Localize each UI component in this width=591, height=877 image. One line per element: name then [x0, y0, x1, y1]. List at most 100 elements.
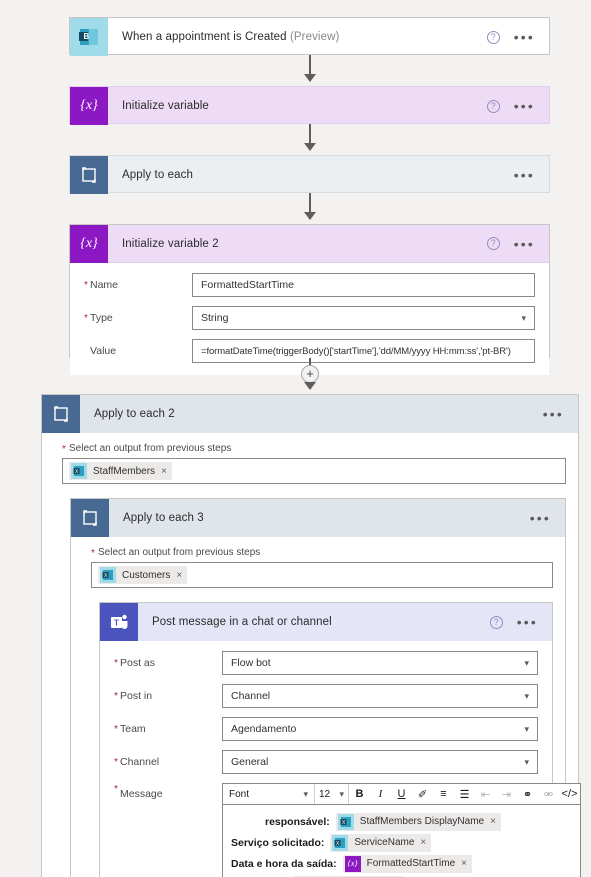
- highlight-button[interactable]: ✐: [412, 788, 433, 801]
- initialize-variable-2-card[interactable]: {x} Initialize variable 2 ? ••• Name For…: [69, 224, 550, 375]
- more-menu-icon[interactable]: •••: [514, 168, 535, 182]
- variable-icon: {x}: [70, 87, 108, 125]
- remove-token-icon[interactable]: ×: [176, 570, 182, 581]
- token-staffmembers-displayname[interactable]: X StaffMembers DisplayName ×: [335, 812, 501, 831]
- more-menu-icon[interactable]: •••: [517, 615, 538, 629]
- token-label: Customers: [122, 569, 171, 581]
- message-row: Message Font ▾ 12: [114, 783, 581, 877]
- post-in-value: Channel: [231, 690, 271, 702]
- apply-to-each-2-scope[interactable]: Apply to each 2 ••• Select an output fro…: [41, 394, 581, 877]
- unlink-button[interactable]: ⚮: [538, 788, 559, 801]
- help-icon[interactable]: ?: [486, 237, 500, 250]
- code-view-button[interactable]: </>: [559, 788, 580, 800]
- more-menu-icon[interactable]: •••: [543, 407, 564, 421]
- token-label: ServiceName: [354, 837, 415, 848]
- help-icon[interactable]: ?: [486, 99, 500, 113]
- apply-to-each-3-header[interactable]: Apply to each 3 •••: [71, 499, 565, 537]
- loop-glyph: [82, 167, 96, 183]
- variable-type-value: String: [201, 312, 229, 324]
- token-staffmembers[interactable]: X StaffMembers ×: [69, 462, 172, 480]
- initialize-variable-card[interactable]: {x} Initialize variable ? •••: [69, 86, 550, 125]
- initialize-variable-2-header[interactable]: {x} Initialize variable 2 ? •••: [70, 224, 549, 263]
- excel-icon: X: [337, 813, 354, 830]
- trigger-title: When a appointment is Created (Preview): [108, 31, 339, 43]
- remove-token-icon[interactable]: ×: [420, 837, 426, 848]
- numbered-list-button[interactable]: ≡: [433, 788, 454, 800]
- help-icon[interactable]: ?: [489, 615, 503, 629]
- underline-button[interactable]: U: [391, 788, 412, 800]
- post-in-select[interactable]: Channel ▾: [222, 684, 538, 708]
- token-formattedstarttime[interactable]: {x} FormattedStartTime ×: [342, 854, 473, 873]
- more-menu-icon[interactable]: •••: [514, 30, 535, 44]
- link-button[interactable]: ⚭: [517, 788, 538, 801]
- post-in-row: Post in Channel ▾: [114, 684, 538, 708]
- remove-token-icon[interactable]: ×: [490, 816, 496, 827]
- apply-to-each-2-output-input[interactable]: X StaffMembers ×: [62, 458, 566, 484]
- initialize-variable-actions: ? •••: [486, 99, 549, 113]
- apply-to-each-2-body: Select an output from previous steps X S…: [42, 433, 581, 877]
- initialize-variable-header[interactable]: {x} Initialize variable ? •••: [70, 87, 549, 125]
- help-icon[interactable]: ?: [486, 30, 500, 44]
- excel-icon: X: [100, 567, 116, 583]
- font-size-select[interactable]: 12 ▾: [315, 784, 349, 804]
- trigger-card[interactable]: B When a appointment is Created (Preview…: [69, 17, 550, 56]
- variable-type-label: Type: [84, 312, 192, 324]
- token-label: StaffMembers: [93, 465, 156, 477]
- apply-to-each-3-scope[interactable]: Apply to each 3 ••• Select an output fro…: [70, 498, 581, 877]
- bold-button[interactable]: B: [349, 788, 370, 800]
- decrease-indent-button[interactable]: ⇤: [475, 788, 496, 801]
- post-message-actions: ? •••: [489, 615, 552, 629]
- message-label: Message: [114, 783, 222, 800]
- trigger-preview-tag: (Preview): [289, 31, 340, 43]
- apply-to-each-card[interactable]: Apply to each •••: [69, 155, 550, 194]
- apply-to-each-2-header[interactable]: Apply to each 2 •••: [42, 395, 578, 433]
- token-customers[interactable]: X Customers ×: [98, 566, 188, 584]
- post-message-header[interactable]: T Post message in a chat or channel ? ••…: [100, 603, 552, 641]
- message-line: Serviço solicitado: X ServiceName ×: [231, 832, 572, 853]
- token-servicename[interactable]: X ServiceName ×: [330, 833, 432, 852]
- more-menu-icon[interactable]: •••: [514, 99, 535, 113]
- font-family-select[interactable]: Font ▾: [223, 784, 315, 804]
- apply-to-each-header[interactable]: Apply to each •••: [70, 156, 549, 194]
- trigger-card-header[interactable]: B When a appointment is Created (Preview…: [70, 18, 549, 56]
- team-select[interactable]: Agendamento ▾: [222, 717, 538, 741]
- message-toolbar[interactable]: Font ▾ 12 ▾ B I U ✐ ≡ ☰ ⇤ ⇥ ⚭ ⚮ </>: [222, 783, 581, 805]
- variable-value-label: Value: [90, 345, 117, 357]
- remove-token-icon[interactable]: ×: [161, 466, 167, 477]
- remove-token-icon[interactable]: ×: [461, 858, 467, 869]
- message-line-label: Serviço solicitado:: [231, 836, 325, 849]
- token-label: FormattedStartTime: [366, 858, 456, 869]
- chevron-down-icon: ▾: [524, 723, 529, 734]
- message-editor[interactable]: responsável: X StaffMembers DisplayName …: [222, 805, 581, 877]
- post-message-card[interactable]: T Post message in a chat or channel ? ••…: [99, 602, 581, 877]
- italic-button[interactable]: I: [370, 788, 391, 800]
- excel-icon: X: [71, 463, 87, 479]
- team-value: Agendamento: [231, 723, 297, 735]
- apply-to-each-3-output-input[interactable]: X Customers ×: [91, 562, 553, 588]
- chevron-down-icon: ▾: [524, 690, 529, 701]
- variable-name-input[interactable]: FormattedStartTime: [192, 273, 535, 297]
- chevron-down-icon: ▾: [521, 312, 526, 323]
- post-as-value: Flow bot: [231, 657, 271, 669]
- loop-glyph: [54, 406, 68, 422]
- channel-select[interactable]: General ▾: [222, 750, 538, 774]
- variable-value-input[interactable]: =formatDateTime(triggerBody()['startTime…: [192, 339, 535, 363]
- bookings-glyph: B: [79, 29, 98, 45]
- initialize-variable-2-actions: ? •••: [486, 237, 549, 251]
- apply-to-each-title: Apply to each: [122, 169, 193, 181]
- post-as-select[interactable]: Flow bot ▾: [222, 651, 538, 675]
- variable-type-select[interactable]: String ▾: [192, 306, 535, 330]
- chevron-down-icon: ▾: [524, 657, 529, 668]
- apply-to-each-3-actions: •••: [530, 511, 565, 525]
- connector-arrow-2: [304, 143, 316, 151]
- bullet-list-button[interactable]: ☰: [454, 788, 475, 801]
- insert-step-button[interactable]: +: [301, 365, 319, 383]
- more-menu-icon[interactable]: •••: [514, 237, 535, 251]
- loop-icon: [42, 395, 80, 433]
- message-line: Data e hora da saída: {x} FormattedStart…: [231, 853, 572, 874]
- more-menu-icon[interactable]: •••: [530, 511, 551, 525]
- message-line-label: Data e hora da saída:: [231, 857, 337, 870]
- message-line: responsável: X StaffMembers DisplayName …: [231, 811, 572, 832]
- variable-icon: {x}: [344, 855, 361, 872]
- increase-indent-button[interactable]: ⇥: [496, 788, 517, 801]
